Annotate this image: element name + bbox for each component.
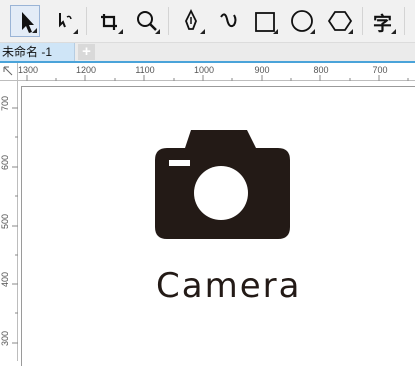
ruler-label: 300 [0, 330, 10, 346]
polygon-tool-button[interactable] [325, 5, 355, 37]
ruler-label: 400 [0, 271, 10, 287]
ruler-label: 1200 [75, 65, 97, 75]
vertical-ruler[interactable]: 700 600 500 400 300 [0, 81, 18, 361]
text-tool-glyph: 字 [373, 14, 393, 35]
document-tab[interactable]: 未命名 -1 [0, 43, 75, 61]
camera-caption[interactable]: Camera [156, 266, 301, 306]
rectangle-tool-button[interactable] [250, 5, 280, 37]
ruler-label: 600 [0, 154, 10, 170]
pen-tool-button[interactable] [177, 5, 207, 37]
ruler-label: 800 [313, 65, 329, 75]
crop-tool-button[interactable] [95, 5, 125, 37]
ruler-origin-icon [3, 66, 13, 76]
pick-tool-button[interactable] [10, 5, 40, 37]
document-tab-bar: 未命名 -1 + [0, 43, 415, 63]
curve-icon [220, 13, 237, 28]
ruler-label: 1300 [17, 65, 39, 75]
curve-tool-button[interactable] [213, 5, 243, 37]
add-tab-button[interactable]: + [78, 44, 95, 60]
ruler-origin-corner[interactable] [0, 63, 18, 81]
ruler-label: 700 [0, 95, 10, 111]
ruler-label: 500 [0, 213, 10, 229]
ruler-label: 900 [254, 65, 270, 75]
freehand-pick-tool-button[interactable] [50, 5, 80, 37]
toolbar: 字 [0, 0, 415, 43]
zoom-tool-button[interactable] [132, 5, 162, 37]
camera-icon[interactable] [150, 125, 295, 245]
ruler-label: 1000 [193, 65, 215, 75]
horizontal-ruler[interactable]: 1300 1200 1100 1000 900 800 700 [0, 63, 415, 81]
ruler-label: 1100 [135, 65, 155, 75]
pointer-arrow-icon [22, 12, 34, 33]
ruler-label: 700 [372, 65, 388, 75]
text-tool-button[interactable]: 字 [368, 5, 398, 37]
ellipse-tool-button[interactable] [287, 5, 317, 37]
